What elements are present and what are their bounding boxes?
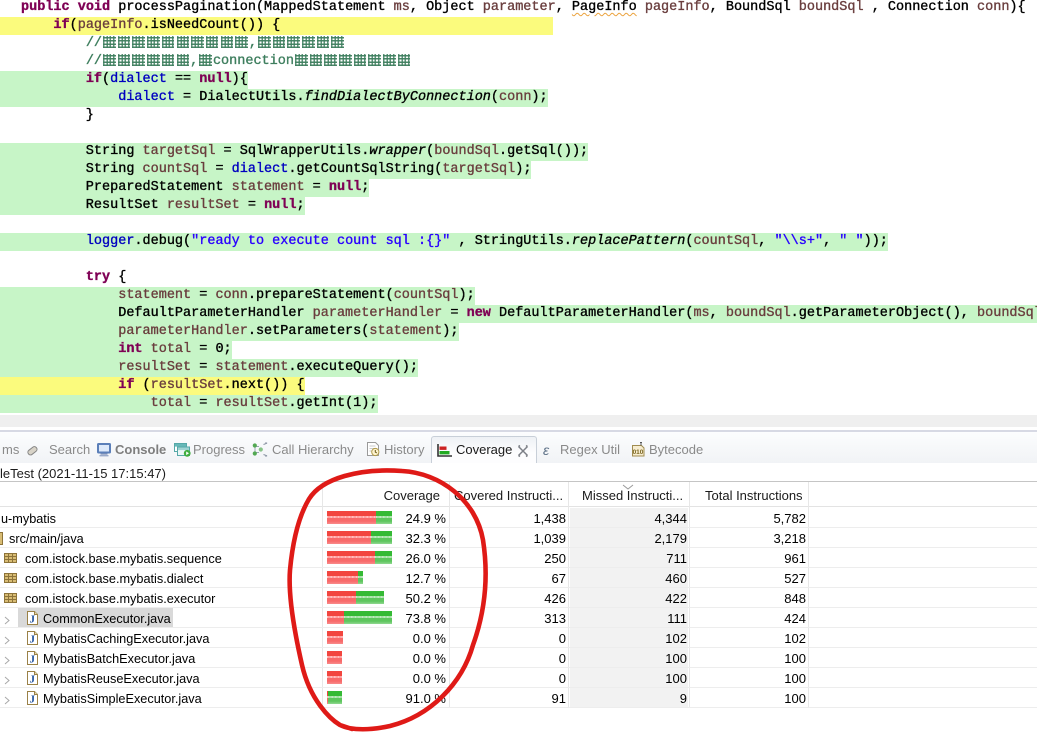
svg-text:J: J [29, 634, 35, 646]
svg-text:J: J [29, 614, 35, 626]
svg-text:010: 010 [633, 449, 644, 456]
svg-text:J: J [29, 694, 35, 706]
svg-text:J: J [29, 674, 35, 686]
svg-text:J: J [29, 654, 35, 666]
